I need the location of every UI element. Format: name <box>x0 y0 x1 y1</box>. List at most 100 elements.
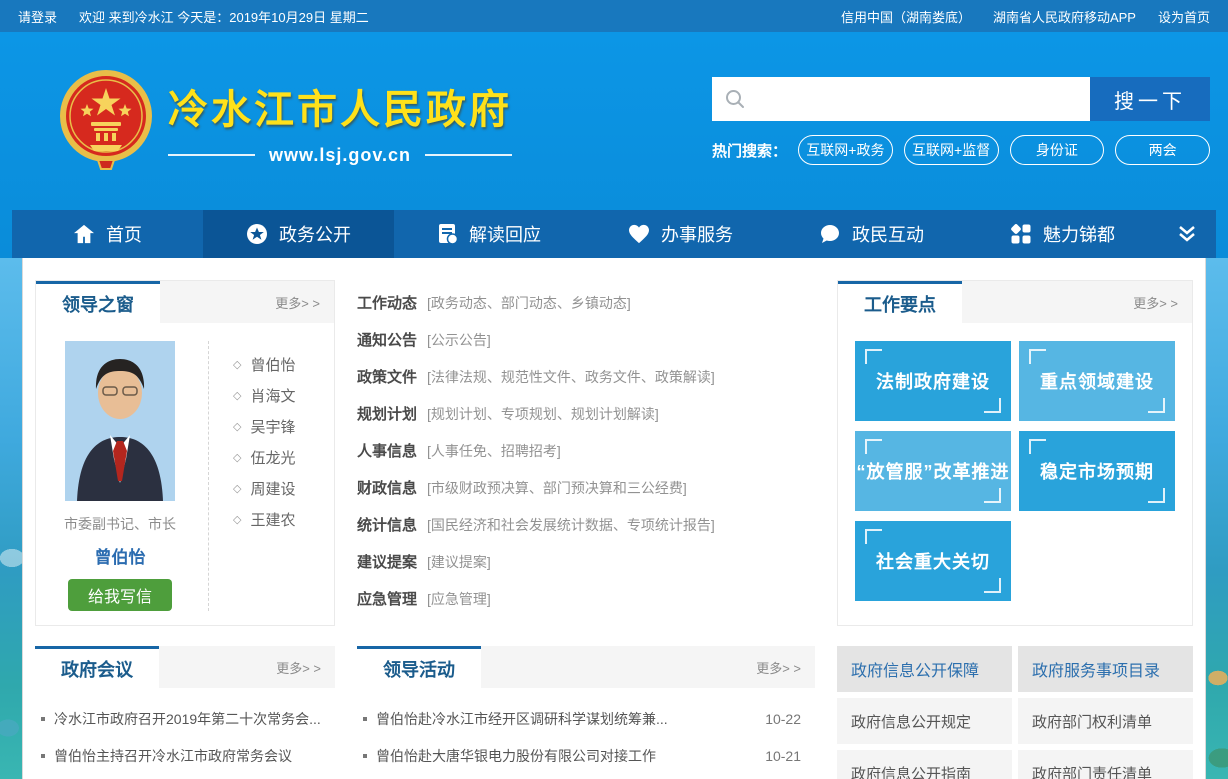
site-title: 冷水江市人民政府 <box>168 77 512 135</box>
gov-meetings-more-link[interactable]: 更多> > <box>276 658 321 677</box>
nav-item-charm-city[interactable]: 魅力锑都 <box>967 210 1158 258</box>
tile-fangguanfu-reform[interactable]: “放管服”改革推进 <box>855 431 1011 511</box>
nav-item-services[interactable]: 办事服务 <box>585 210 776 258</box>
category-row: 工作动态 [政务动态、部门动态、乡镇动态] <box>357 284 815 321</box>
login-link[interactable]: 请登录 <box>18 7 57 26</box>
category-sublinks[interactable]: [建议提案] <box>427 552 491 572</box>
category-sublinks[interactable]: [法律法规、规范性文件、政务文件、政策解读] <box>427 367 715 387</box>
nav-item-interaction[interactable]: 政民互动 <box>776 210 967 258</box>
leader-link[interactable]: ◇曾伯怡 <box>233 349 295 380</box>
info-directory-table: 政府信息公开保障 政府服务事项目录 政府信息公开规定 政府部门权利清单 政府信息… <box>837 646 1193 779</box>
diamond-bullet-icon: ◇ <box>233 389 241 402</box>
meeting-news-item[interactable]: 曾伯怡主持召开冷水江市政府常务会议 <box>41 737 321 774</box>
tile-market-expectation[interactable]: 稳定市场预期 <box>1019 431 1175 511</box>
link-power-list[interactable]: 政府部门权利清单 <box>1018 698 1193 744</box>
document-icon <box>438 223 458 245</box>
category-link[interactable]: 工作动态 <box>357 292 417 313</box>
hot-tag-internet-gov[interactable]: 互联网+政务 <box>798 135 893 165</box>
leader-link[interactable]: ◇周建设 <box>233 473 295 504</box>
category-sublinks[interactable]: [市级财政预决算、部门预决算和三公经费] <box>427 478 687 498</box>
col-header-service-directory[interactable]: 政府服务事项目录 <box>1018 646 1193 692</box>
tile-key-areas[interactable]: 重点领域建设 <box>1019 341 1175 421</box>
category-link[interactable]: 通知公告 <box>357 329 417 350</box>
category-sublinks[interactable]: [人事任免、招聘招考] <box>427 441 561 461</box>
meeting-news-item[interactable]: 冷水江市政府召开2019年第二十次常务会... <box>41 700 321 737</box>
hot-search-label: 热门搜索： <box>712 140 787 161</box>
category-sublinks[interactable]: [政务动态、部门动态、乡镇动态] <box>427 293 631 313</box>
category-link[interactable]: 建议提案 <box>357 551 417 572</box>
category-sublinks[interactable]: [应急管理] <box>427 589 491 609</box>
category-row: 通知公告 [公示公告] <box>357 321 815 358</box>
category-link[interactable]: 财政信息 <box>357 477 417 498</box>
tile-social-concerns[interactable]: 社会重大关切 <box>855 521 1011 601</box>
search-box <box>712 77 1090 121</box>
square-bullet-icon <box>363 717 367 721</box>
tile-law-government[interactable]: 法制政府建设 <box>855 341 1011 421</box>
news-date: 10-21 <box>765 748 801 764</box>
square-bullet-icon <box>41 754 45 758</box>
divider <box>168 154 255 156</box>
set-homepage-link[interactable]: 设为首页 <box>1158 7 1210 26</box>
category-row: 政策文件 [法律法规、规范性文件、政务文件、政策解读] <box>357 358 815 395</box>
leader-link[interactable]: ◇王建农 <box>233 504 295 535</box>
hot-tag-internet-supervision[interactable]: 互联网+监督 <box>904 135 999 165</box>
link-responsibility-list[interactable]: 政府部门责任清单 <box>1018 750 1193 779</box>
gov-meetings-tab[interactable]: 政府会议 <box>35 646 159 688</box>
square-bullet-icon <box>363 754 367 758</box>
leader-activities-more-link[interactable]: 更多> > <box>756 658 801 677</box>
category-sublinks[interactable]: [规划计划、专项规划、规划计划解读] <box>427 404 659 424</box>
main-nav: 首页 政务公开 解读回应 办事服务 <box>12 210 1216 258</box>
leader-link[interactable]: ◇肖海文 <box>233 380 295 411</box>
category-row: 规划计划 [规划计划、专项规划、规划计划解读] <box>357 395 815 432</box>
nav-item-interpretation[interactable]: 解读回应 <box>394 210 585 258</box>
category-link[interactable]: 政策文件 <box>357 366 417 387</box>
diamond-bullet-icon: ◇ <box>233 482 241 495</box>
link-disclosure-regulations[interactable]: 政府信息公开规定 <box>837 698 1012 744</box>
category-link[interactable]: 应急管理 <box>357 588 417 609</box>
activity-news-item[interactable]: 曾伯怡赴冷水江市经开区调研科学谋划统筹兼... 10-22 <box>363 700 801 737</box>
home-icon <box>73 224 95 244</box>
link-disclosure-guide[interactable]: 政府信息公开指南 <box>837 750 1012 779</box>
nav-item-home[interactable]: 首页 <box>12 210 203 258</box>
leader-link[interactable]: ◇伍龙光 <box>233 442 295 473</box>
category-row: 应急管理 [应急管理] <box>357 580 815 617</box>
credit-china-link[interactable]: 信用中国（湖南娄底） <box>841 7 971 26</box>
leader-name[interactable]: 曾伯怡 <box>50 543 190 568</box>
search-button[interactable]: 搜一下 <box>1090 77 1210 121</box>
nav-label: 办事服务 <box>661 221 733 247</box>
write-to-me-button[interactable]: 给我写信 <box>68 579 172 611</box>
work-points-section: 工作要点 更多> > 法制政府建设 重点领域建设 “放管服”改革推进 稳定市场预… <box>837 280 1193 626</box>
leader-window-tab[interactable]: 领导之窗 <box>36 281 160 323</box>
category-row: 建议提案 [建议提案] <box>357 543 815 580</box>
search-input[interactable] <box>746 77 1078 121</box>
heart-icon <box>628 224 650 244</box>
category-sublinks[interactable]: [国民经济和社会发展统计数据、专项统计报告] <box>427 515 715 535</box>
work-points-tab[interactable]: 工作要点 <box>838 281 962 323</box>
category-sublinks[interactable]: [公示公告] <box>427 330 491 350</box>
leader-window-more-link[interactable]: 更多> > <box>275 293 320 312</box>
hunan-gov-app-link[interactable]: 湖南省人民政府移动APP <box>993 7 1136 26</box>
category-link[interactable]: 人事信息 <box>357 440 417 461</box>
activity-news-item[interactable]: 曾伯怡赴大唐华银电力股份有限公司对接工作 10-21 <box>363 737 801 774</box>
leader-name-list: ◇曾伯怡 ◇肖海文 ◇吴宇锋 ◇伍龙光 ◇周建设 ◇王建农 <box>208 341 295 611</box>
leader-link[interactable]: ◇吴宇锋 <box>233 411 295 442</box>
nav-expand-button[interactable] <box>1158 210 1216 258</box>
news-date: 10-22 <box>765 711 801 727</box>
category-link[interactable]: 统计信息 <box>357 514 417 535</box>
category-link[interactable]: 规划计划 <box>357 403 417 424</box>
diamond-bullet-icon: ◇ <box>233 358 241 371</box>
double-chevron-down-icon <box>1176 224 1198 244</box>
site-header: 冷水江市人民政府 www.lsj.gov.cn 搜一下 热门搜索： <box>0 32 1228 258</box>
content-panel: 领导之窗 更多> > <box>22 258 1206 779</box>
hot-tag-id-card[interactable]: 身份证 <box>1010 135 1105 165</box>
grid-icon <box>1010 223 1032 245</box>
site-url-row: www.lsj.gov.cn <box>168 145 512 166</box>
leader-activities-tab[interactable]: 领导活动 <box>357 646 481 688</box>
hot-tag-two-sessions[interactable]: 两会 <box>1115 135 1210 165</box>
work-points-more-link[interactable]: 更多> > <box>1133 293 1178 312</box>
site-url: www.lsj.gov.cn <box>269 145 411 166</box>
diamond-bullet-icon: ◇ <box>233 420 241 433</box>
national-emblem-logo <box>60 70 152 172</box>
nav-item-gov-disclosure[interactable]: 政务公开 <box>203 210 394 258</box>
col-header-disclosure-guarantee[interactable]: 政府信息公开保障 <box>837 646 1012 692</box>
